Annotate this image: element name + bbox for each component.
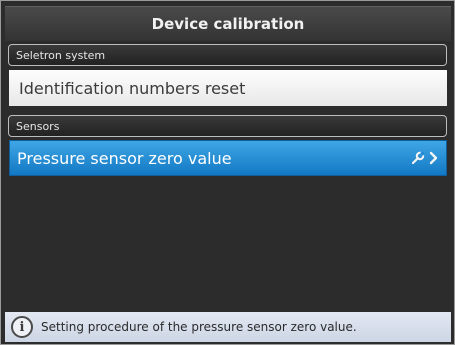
section-header-seletron-system: Seletron system — [8, 44, 447, 66]
list-item-label: Identification numbers reset — [19, 78, 246, 98]
section-header-sensors: Sensors — [8, 115, 447, 137]
status-bar: i Setting procedure of the pressure sens… — [5, 312, 451, 342]
chevron-right-icon — [429, 151, 438, 165]
wrench-icon — [411, 151, 425, 165]
calibration-screen: Device calibration Seletron system Ident… — [0, 0, 455, 345]
section-label: Sensors — [16, 119, 60, 133]
list-item-pressure-sensor-zero-value[interactable]: Pressure sensor zero value — [9, 140, 447, 176]
section-label: Seletron system — [16, 48, 106, 62]
info-icon: i — [11, 316, 33, 338]
item-icons — [411, 151, 438, 165]
page-title: Device calibration — [151, 15, 305, 33]
status-text: Setting procedure of the pressure sensor… — [41, 320, 357, 334]
list-item-identification-numbers-reset[interactable]: Identification numbers reset — [9, 70, 447, 106]
list-item-label: Pressure sensor zero value — [17, 148, 232, 168]
header-bar: Device calibration — [5, 6, 451, 41]
